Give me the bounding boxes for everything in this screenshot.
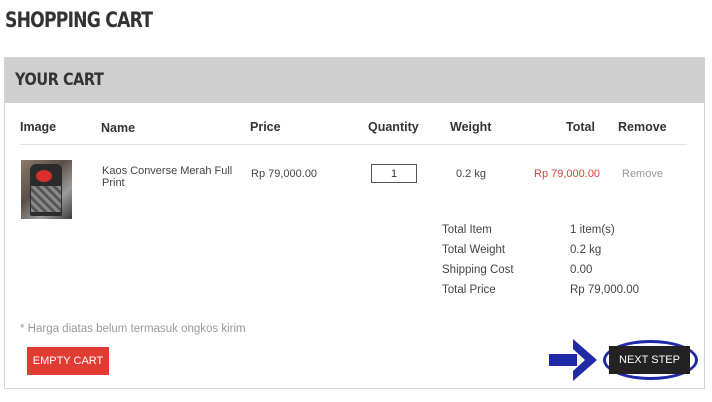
total-weight-label: Total Weight	[442, 244, 506, 256]
print-pattern	[31, 186, 61, 212]
column-header-price: Price	[250, 120, 281, 134]
product-total: Rp 79,000.00	[534, 168, 601, 180]
column-header-image: Image	[20, 120, 57, 134]
remove-link[interactable]: Remove	[622, 168, 663, 180]
column-header-total: Total	[566, 120, 595, 134]
product-weight: 0.2 kg	[456, 168, 486, 180]
column-header-remove: Remove	[618, 120, 667, 134]
total-item-label: Total Item	[442, 224, 492, 236]
next-step-button[interactable]: NEXT STEP	[609, 346, 690, 374]
total-item-value: 1 item(s)	[570, 224, 615, 236]
column-header-quantity: Quantity	[368, 120, 419, 134]
logo-icon	[36, 170, 52, 182]
shipping-cost-value: 0.00	[570, 264, 593, 276]
table-divider	[20, 144, 687, 145]
product-name[interactable]: Kaos Converse Merah Full Print	[102, 165, 242, 189]
cart-panel: YOUR CART Image Name Price Quantity Weig…	[4, 57, 705, 389]
column-header-weight: Weight	[450, 120, 492, 134]
page-title: SHOPPING CART	[5, 8, 153, 32]
product-image[interactable]	[21, 160, 72, 219]
quantity-input[interactable]	[371, 164, 417, 183]
empty-cart-button[interactable]: EMPTY CART	[27, 347, 109, 375]
total-price-label: Total Price	[442, 284, 496, 296]
cart-header: YOUR CART	[5, 58, 704, 103]
cart-title: YOUR CART	[15, 70, 104, 90]
shipping-cost-label: Shipping Cost	[442, 264, 514, 276]
total-weight-value: 0.2 kg	[570, 244, 602, 256]
column-header-name: Name	[101, 121, 136, 135]
total-price-value: Rp 79,000.00	[570, 284, 640, 296]
shipping-note: * Harga diatas belum termasuk ongkos kir…	[20, 323, 246, 335]
right-arrow-icon	[549, 339, 597, 381]
product-price: Rp 79,000.00	[251, 168, 318, 180]
